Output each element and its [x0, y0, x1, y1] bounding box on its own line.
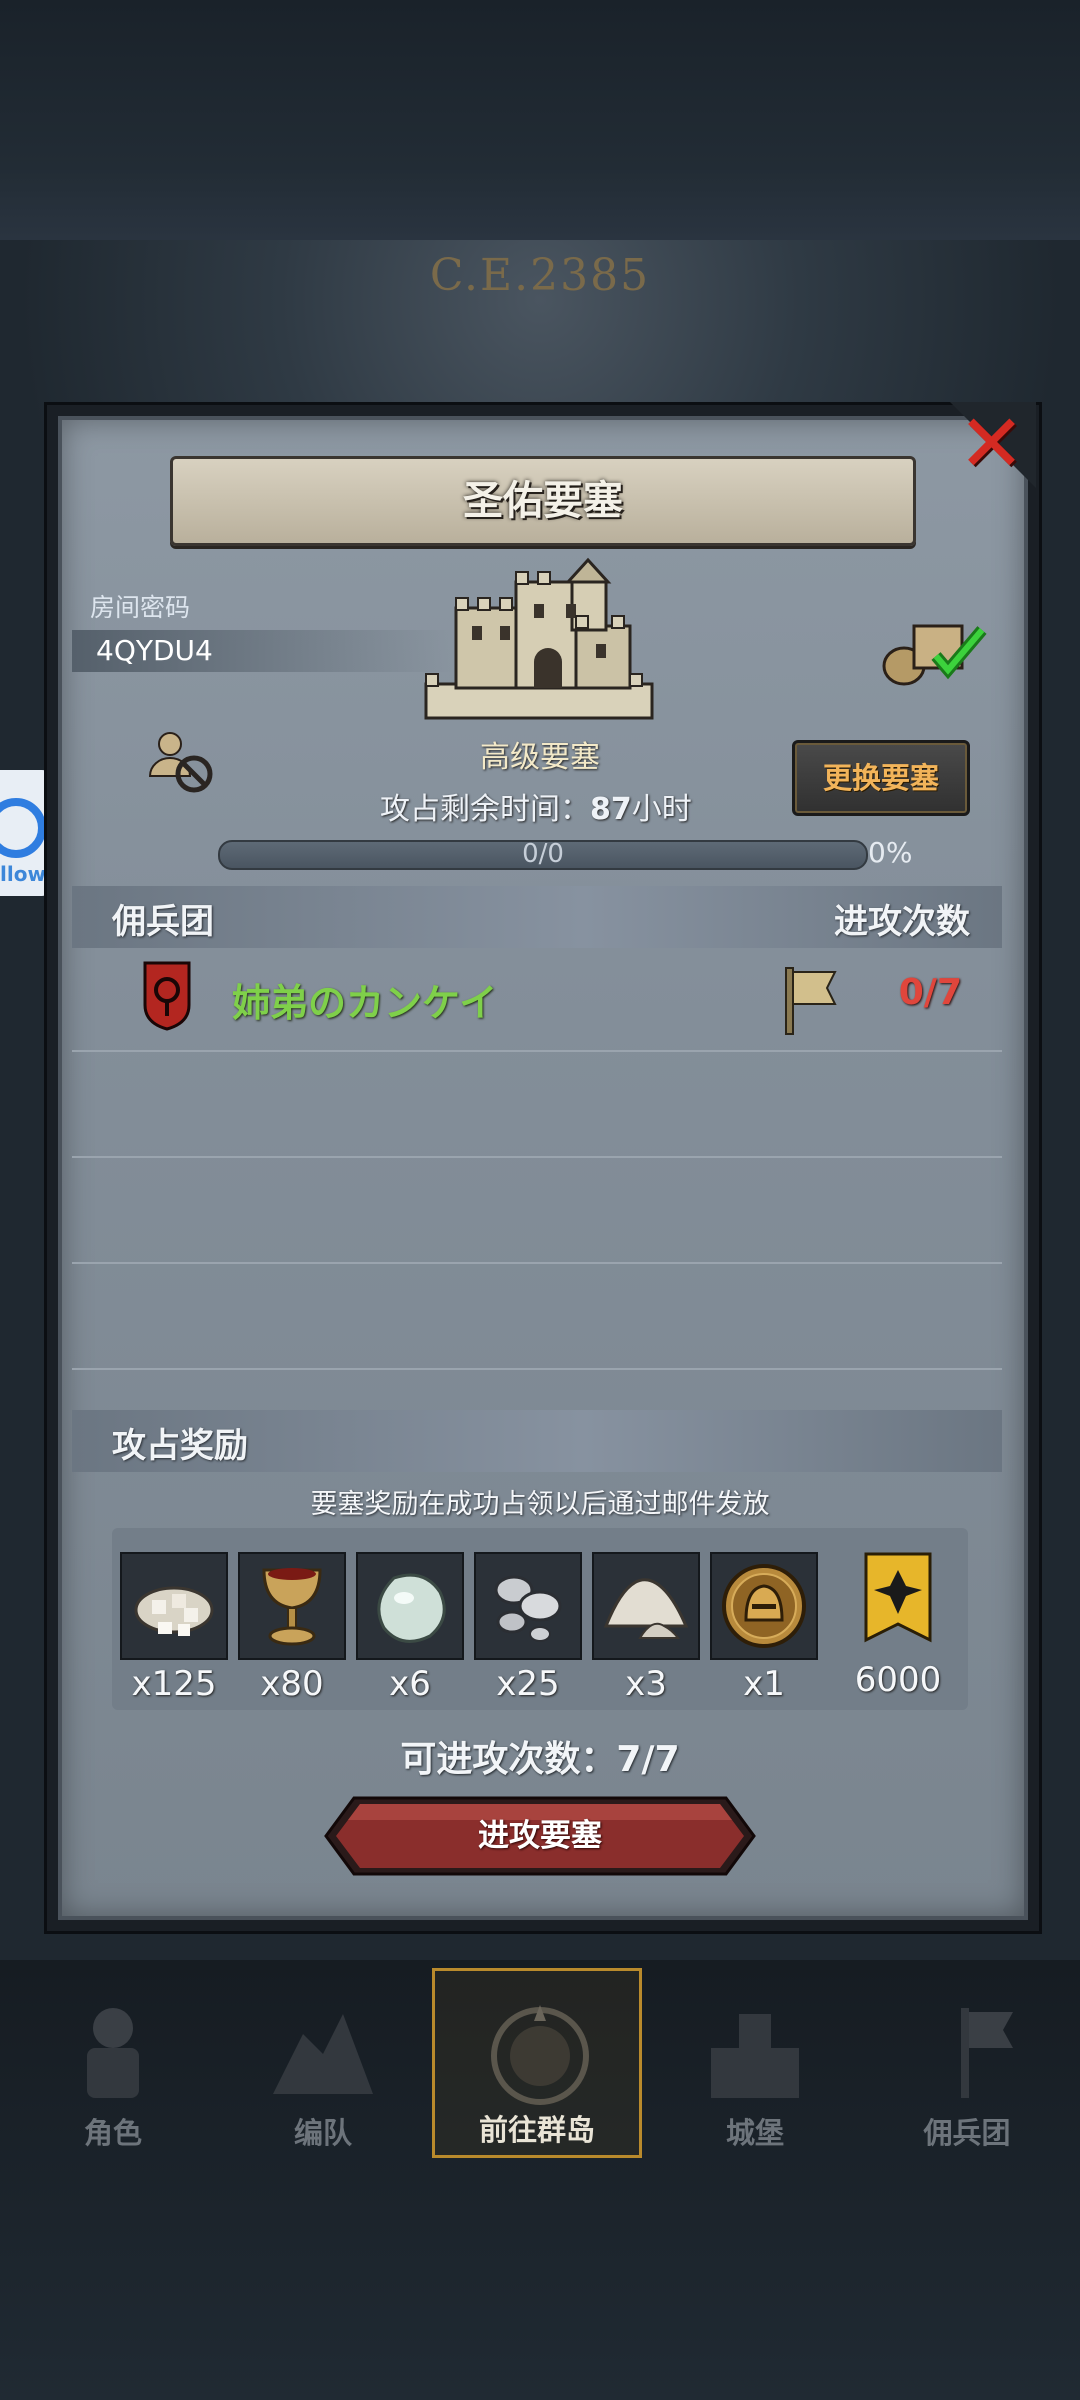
- nav-islands[interactable]: 前往群岛: [432, 1968, 642, 2158]
- bottom-nav: 角色 编队 前往群岛 城堡 佣兵团: [0, 1968, 1080, 2158]
- guild-banner-icon: [864, 1552, 932, 1643]
- compass-icon: [491, 2005, 589, 2105]
- reward-qty: x3: [625, 1664, 667, 1704]
- reward-frame: [592, 1552, 700, 1660]
- mercenary-attack-count: 0/7: [898, 972, 962, 1013]
- attacks-available: 可进攻次数：7/7: [400, 1739, 680, 1780]
- knight-icon: [87, 2008, 139, 2098]
- reward-frame: [356, 1552, 464, 1660]
- nav-mercenaries[interactable]: 佣兵团: [862, 1968, 1072, 2158]
- nav-label: 城堡: [725, 2116, 784, 2150]
- nav-castle[interactable]: 城堡: [650, 1968, 860, 2158]
- change-fortress-button[interactable]: 更换要塞: [792, 740, 970, 816]
- supply-bag-check-icon: [882, 624, 987, 686]
- guild-shield-icon: [143, 961, 191, 1031]
- warband-icon: [273, 2014, 373, 2094]
- reward-section-label: 攻占奖励: [112, 1426, 248, 1466]
- nav-label: 前往群岛: [478, 2113, 595, 2147]
- dialog-title: 圣佑要塞: [463, 478, 623, 524]
- title-banner: 圣佑要塞: [170, 456, 916, 546]
- reward-item[interactable]: x80: [238, 1552, 346, 1704]
- reward-qty: 6000: [854, 1660, 942, 1700]
- gem-stone-icon: [377, 1573, 446, 1643]
- attack-fortress-label: 进攻要塞: [478, 1818, 602, 1854]
- room-code-label: 房间密码: [90, 593, 191, 622]
- reward-item[interactable]: x25: [474, 1552, 582, 1704]
- fortress-castle-icon: [424, 557, 654, 720]
- castle-icon: [711, 2014, 799, 2098]
- floating-app-label: llow: [0, 862, 46, 886]
- nav-label: 编队: [293, 2116, 352, 2150]
- progress-text: 0/0: [522, 839, 564, 869]
- close-button[interactable]: ✕: [950, 402, 1036, 488]
- reward-frame: [120, 1552, 228, 1660]
- reward-item[interactable]: x6: [356, 1552, 464, 1704]
- knight-helmet-coin-icon: [722, 1564, 806, 1648]
- empty-mercenary-slot: [72, 1052, 1002, 1158]
- reward-qty: x125: [131, 1664, 217, 1704]
- attack-fortress-button[interactable]: 进攻要塞: [324, 1796, 756, 1876]
- occupation-progress-bar: 0/0: [218, 839, 868, 870]
- era-year: C.E.2385: [429, 250, 651, 301]
- reward-frame: [710, 1552, 818, 1660]
- mercenary-row[interactable]: 姉弟のカンケイ 0/7: [72, 950, 1002, 1052]
- nav-formation[interactable]: 编队: [218, 1968, 428, 2158]
- reward-qty: x25: [496, 1664, 560, 1704]
- nav-label: 佣兵团: [923, 2116, 1011, 2150]
- nav-label: 角色: [83, 2116, 142, 2150]
- reward-frame: [474, 1552, 582, 1660]
- reward-qty: x80: [260, 1664, 324, 1704]
- reward-item[interactable]: 6000: [844, 1552, 952, 1700]
- banner-hand-icon: [961, 2008, 1013, 2098]
- mercenary-name: 姉弟のカンケイ: [232, 981, 498, 1025]
- mercenary-section-label: 佣兵团: [112, 902, 214, 942]
- silver-nuggets-icon: [494, 1575, 562, 1642]
- empty-mercenary-slot: [72, 1264, 1002, 1370]
- room-code-value[interactable]: 4QYDU4: [96, 634, 213, 667]
- reward-note: 要塞奖励在成功占领以后通过邮件发放: [310, 1489, 770, 1520]
- reward-item[interactable]: x1: [710, 1552, 818, 1704]
- flag-icon: [785, 967, 837, 1035]
- progress-percent: 0%: [868, 836, 913, 869]
- app-ring-icon: [0, 798, 46, 858]
- nav-character[interactable]: 角色: [8, 1968, 218, 2158]
- reward-qty: x1: [743, 1664, 785, 1704]
- reward-item[interactable]: x3: [592, 1552, 700, 1704]
- time-remaining-unit: 小时: [631, 792, 692, 827]
- reward-item[interactable]: x125: [120, 1552, 228, 1704]
- powder-pile-icon: [603, 1578, 689, 1639]
- ore-pile-icon: [134, 1586, 214, 1636]
- time-remaining-label: 攻占剩余时间：: [380, 792, 590, 827]
- time-remaining: 攻占剩余时间：87小时: [380, 784, 692, 828]
- empty-mercenary-slot: [72, 1158, 1002, 1264]
- reward-frame: [238, 1552, 346, 1660]
- goblet-icon: [262, 1568, 322, 1646]
- time-remaining-value: 87: [590, 792, 632, 827]
- change-fortress-label: 更换要塞: [822, 761, 939, 795]
- reward-qty: x6: [389, 1664, 431, 1704]
- top-backdrop: [0, 0, 1080, 240]
- attack-count-header: 进攻次数: [834, 902, 970, 942]
- close-icon: ✕: [958, 397, 1026, 490]
